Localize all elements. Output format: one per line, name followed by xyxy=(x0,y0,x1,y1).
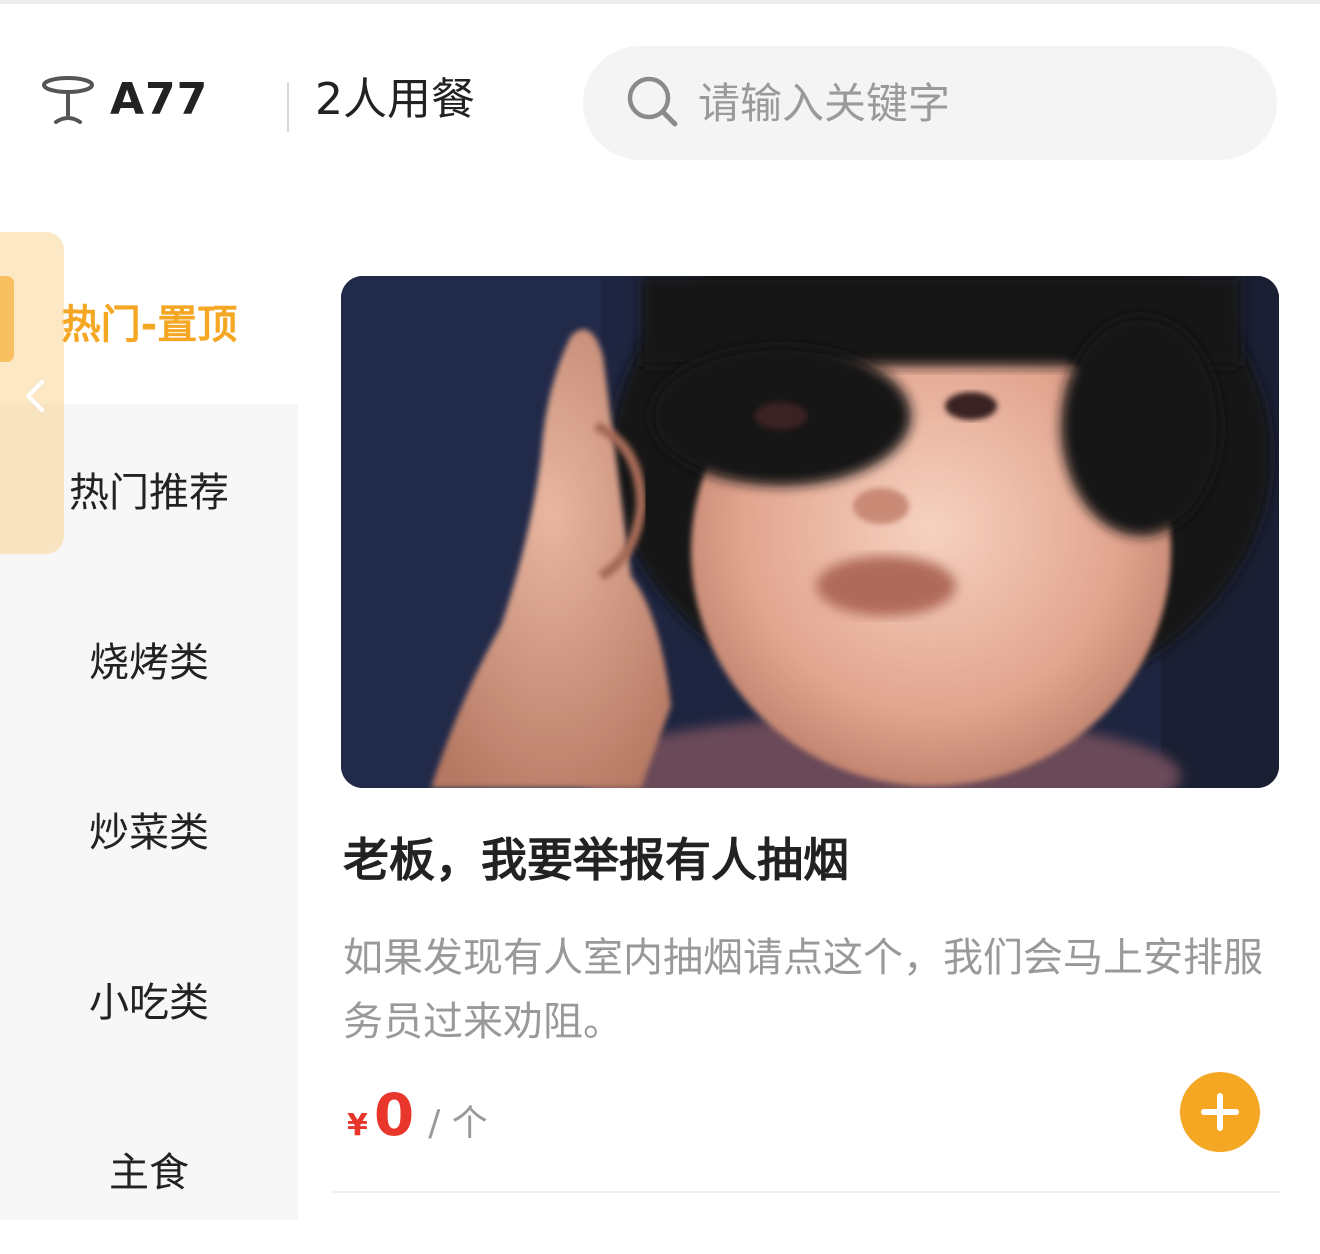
sidebar-item-label: 烧烤类 xyxy=(89,640,209,686)
table-icon xyxy=(42,76,94,124)
plus-icon xyxy=(1201,1093,1239,1131)
product-price: ¥ 0 / 个 xyxy=(347,1081,488,1149)
header: A77 2人用餐 xyxy=(0,4,1320,194)
sidebar-collapse-tab[interactable] xyxy=(0,232,64,554)
sidebar-item-label: 小吃类 xyxy=(89,980,209,1026)
sidebar-item-staple[interactable]: 主食 xyxy=(0,1084,298,1254)
sidebar-item-stir-fry[interactable]: 炒菜类 xyxy=(0,744,298,914)
search-bar[interactable] xyxy=(583,46,1277,160)
search-icon xyxy=(627,76,678,127)
header-divider xyxy=(287,82,289,132)
sidebar-item-label: 炒菜类 xyxy=(89,810,209,856)
diner-count[interactable]: 2人用餐 xyxy=(315,74,475,126)
table-number: A77 xyxy=(110,74,209,125)
sidebar-item-snacks[interactable]: 小吃类 xyxy=(0,914,298,1084)
price-value: 0 xyxy=(373,1081,415,1149)
add-to-cart-button[interactable] xyxy=(1180,1072,1260,1152)
sidebar-item-bbq[interactable]: 烧烤类 xyxy=(0,574,298,744)
product-description: 如果发现有人室内抽烟请点这个，我们会马上安排服务员过来劝阻。 xyxy=(343,935,1263,1045)
product-title: 老板，我要举报有人抽烟 xyxy=(343,833,849,887)
product-image xyxy=(341,276,1279,788)
search-input[interactable] xyxy=(698,68,1238,138)
product-photo xyxy=(341,276,1279,788)
currency-symbol: ¥ xyxy=(347,1108,368,1143)
sidebar-item-label: 热门推荐 xyxy=(69,470,229,516)
sidebar-item-label: 主食 xyxy=(109,1150,189,1196)
card-divider xyxy=(333,1191,1281,1193)
sidebar-item-label: 热门-置顶 xyxy=(60,302,238,348)
price-unit: / 个 xyxy=(428,1103,488,1144)
chevron-left-icon xyxy=(26,380,44,412)
